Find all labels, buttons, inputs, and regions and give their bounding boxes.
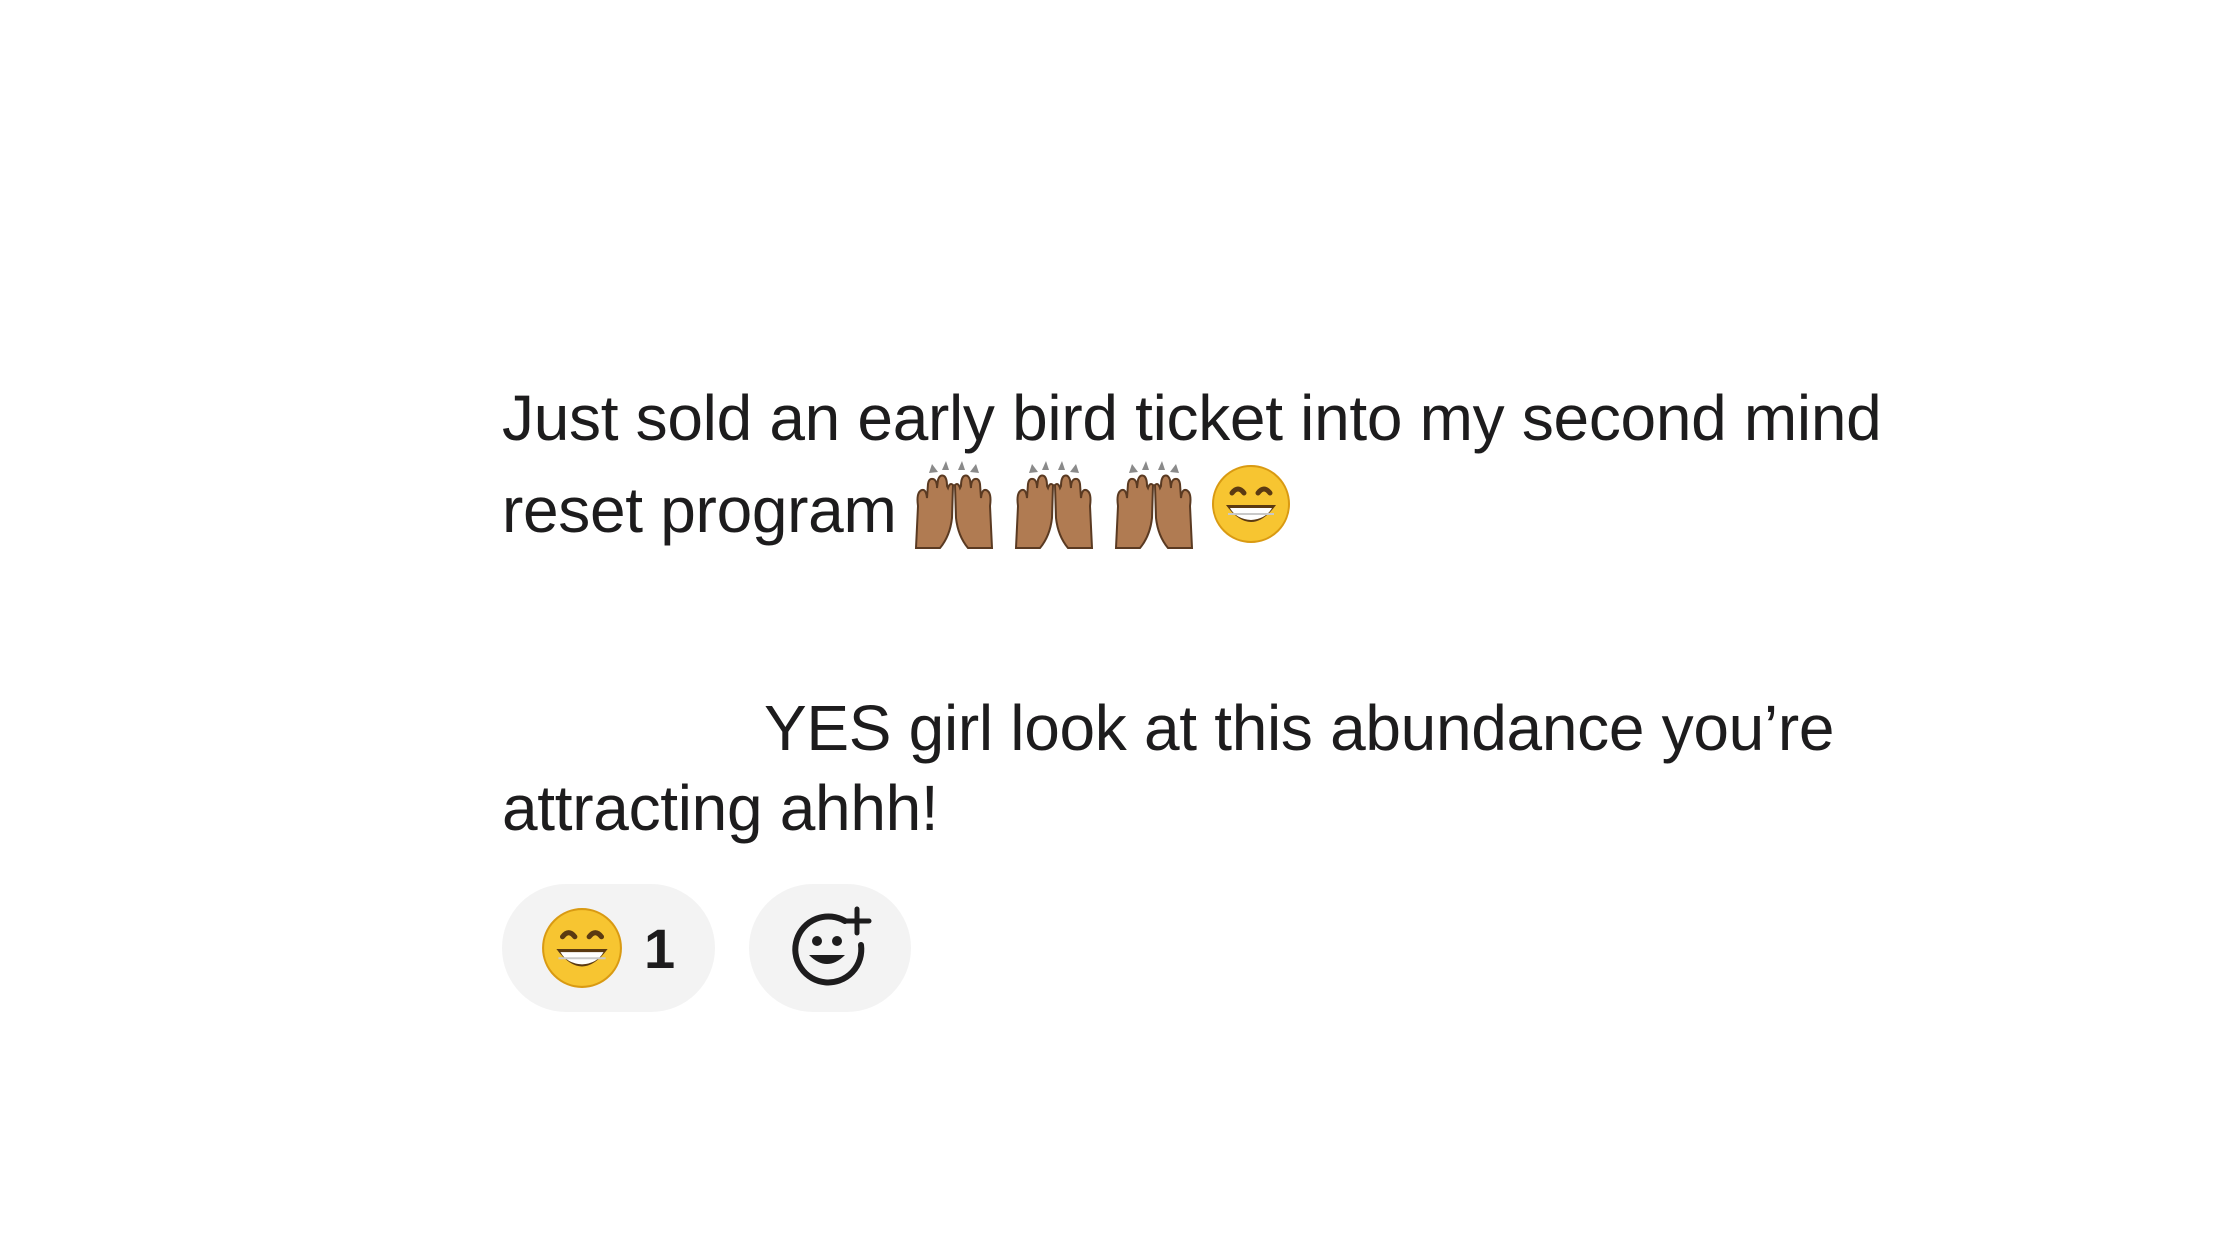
add-reaction-icon bbox=[792, 906, 872, 986]
grinning-face-icon bbox=[1212, 465, 1291, 543]
add-reaction-button[interactable] bbox=[749, 884, 912, 1012]
raising-hands-icon bbox=[915, 461, 994, 549]
reactions-bar: 1 bbox=[502, 884, 912, 1012]
grinning-face-icon bbox=[542, 908, 622, 988]
message-2-text: YES girl look at this abundance you’re a… bbox=[502, 692, 1835, 844]
message-1: Just sold an early bird ticket into my s… bbox=[502, 378, 1962, 550]
raising-hands-icon bbox=[1015, 461, 1094, 549]
reaction-grinning-face[interactable]: 1 bbox=[502, 884, 716, 1012]
reaction-count: 1 bbox=[644, 916, 676, 980]
message-1-emojis bbox=[910, 458, 1292, 550]
raising-hands-icon bbox=[1115, 461, 1194, 549]
message-2: YES girl look at this abundance you’re a… bbox=[502, 688, 1962, 848]
